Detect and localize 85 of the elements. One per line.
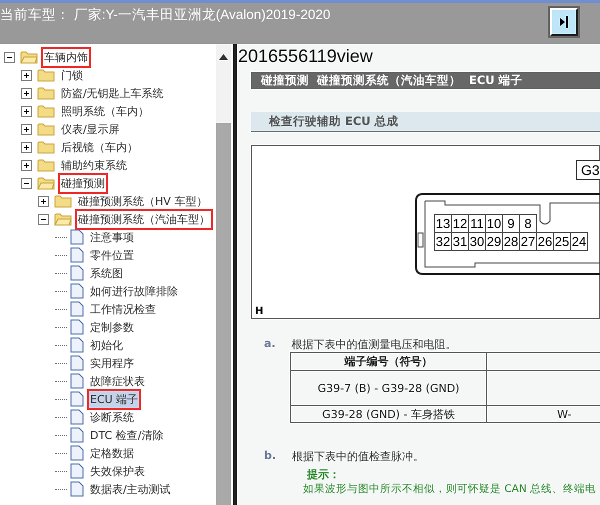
document-icon (70, 301, 84, 317)
folder-icon (37, 140, 55, 154)
tree-item[interactable]: 防盗/无钥匙上车系统 (58, 82, 167, 104)
current-model-label: 当前车型： 厂家:Y-一汽丰田亚洲龙(Avalon)2019-2020 (0, 6, 330, 24)
document-icon (70, 355, 84, 371)
document-icon (70, 481, 84, 497)
document-icon (70, 265, 84, 281)
expand-toggle[interactable] (21, 70, 32, 80)
breadcrumb-bar: 碰撞预测 碰撞预测系统（汽油车型） ECU 端子 (251, 72, 600, 89)
pin-number: 32 (434, 232, 452, 251)
document-title: 2016556119view (238, 46, 374, 67)
folder-icon (37, 176, 55, 190)
diagram-label: H (255, 306, 264, 317)
tree-item[interactable]: 定格数据 (87, 442, 137, 464)
tree-item[interactable]: 定制参数 (87, 316, 137, 338)
pin-number: 25 (553, 232, 571, 251)
tree-item[interactable]: 失效保护表 (87, 460, 148, 482)
document-icon (70, 427, 84, 443)
toggle-panel-button[interactable] (550, 8, 578, 36)
scroll-thumb[interactable] (216, 123, 231, 505)
tree-item[interactable]: 碰撞预测 (58, 172, 108, 194)
table-cell: G39-28 (GND) - 车身搭铁 (290, 406, 487, 422)
expand-toggle[interactable] (21, 88, 32, 98)
document-icon (70, 445, 84, 461)
step-text: 根据下表中的值检查脉冲。 (292, 449, 424, 464)
tree-item[interactable]: 系统图 (87, 262, 126, 284)
tree-item[interactable]: 碰撞预测系统（HV 车型） (75, 190, 210, 212)
section-heading: 检查行驶辅助 ECU 总成 (251, 112, 600, 132)
expand-toggle[interactable] (21, 178, 32, 188)
hint-label: 提示： (307, 467, 341, 482)
table-cell: G39-7 (B) - G39-28 (GND) (290, 370, 487, 406)
pin-number: 26 (536, 232, 554, 251)
expand-toggle[interactable] (21, 106, 32, 116)
scrollbar[interactable] (216, 44, 231, 505)
tree-item[interactable]: 车辆内饰 (41, 46, 91, 68)
step-text: 根据下表中的值测量电压和电阻。 (292, 337, 457, 352)
expand-toggle[interactable] (4, 52, 15, 62)
tree-item[interactable]: DTC 检查/清除 (87, 424, 166, 446)
document-icon (70, 337, 84, 353)
tree-item[interactable]: 诊断系统 (87, 406, 137, 428)
tree-item[interactable]: 照明系统（车内） (58, 100, 152, 122)
document-icon (70, 409, 84, 425)
folder-icon (20, 50, 38, 64)
step-letter: b. (264, 449, 276, 464)
tree-item[interactable]: 数据表/主动测试 (87, 478, 174, 500)
pin-number: 24 (570, 232, 588, 251)
document-icon (70, 463, 84, 479)
folder-icon (54, 194, 72, 208)
document-icon (70, 229, 84, 245)
table-header: 端子编号（符号） (290, 352, 487, 370)
hint-text: 如果波形与图中所示不相似，则可怀疑是 CAN 总线、终端电 (303, 482, 598, 496)
tree-item[interactable]: 仪表/显示屏 (58, 118, 123, 140)
folder-icon (37, 122, 55, 136)
tree-item[interactable]: 工作情况检查 (87, 298, 159, 320)
arrow-icon (558, 15, 570, 29)
folder-icon (37, 158, 55, 172)
expand-toggle[interactable] (21, 142, 32, 152)
expand-toggle[interactable] (21, 160, 32, 170)
tree-item[interactable]: 门锁 (58, 64, 86, 86)
folder-icon (37, 104, 55, 118)
tree-item[interactable]: 零件位置 (87, 244, 137, 266)
expand-toggle[interactable] (21, 124, 32, 134)
tree-item[interactable]: 故障症状表 (87, 370, 148, 392)
step-letter: a. (264, 337, 276, 352)
tree-item[interactable]: 实用程序 (87, 352, 137, 374)
folder-icon (37, 86, 55, 100)
tree-item[interactable]: ECU 端子 (87, 388, 142, 410)
expand-toggle[interactable] (38, 196, 49, 206)
expand-toggle[interactable] (38, 214, 49, 224)
tree-item[interactable]: 如何进行故障排除 (87, 280, 181, 302)
pin-number: 8 (519, 214, 537, 233)
document-icon (70, 373, 84, 389)
document-icon (70, 247, 84, 263)
connector-label: G3 (576, 160, 600, 180)
tree-item[interactable]: 辅助约束系统 (58, 154, 130, 176)
scroll-up-icon[interactable] (219, 54, 228, 60)
document-icon (70, 319, 84, 335)
document-icon (70, 283, 84, 299)
tree-item[interactable]: 注意事项 (87, 226, 137, 248)
tree-item[interactable]: 后视镜（车内） (58, 136, 141, 158)
folder-icon (37, 68, 55, 82)
tree-item[interactable]: 初始化 (87, 334, 126, 356)
tree-item[interactable]: 碰撞预测系统（汽油车型） (75, 208, 213, 230)
document-icon (70, 391, 84, 407)
folder-icon (54, 212, 72, 226)
